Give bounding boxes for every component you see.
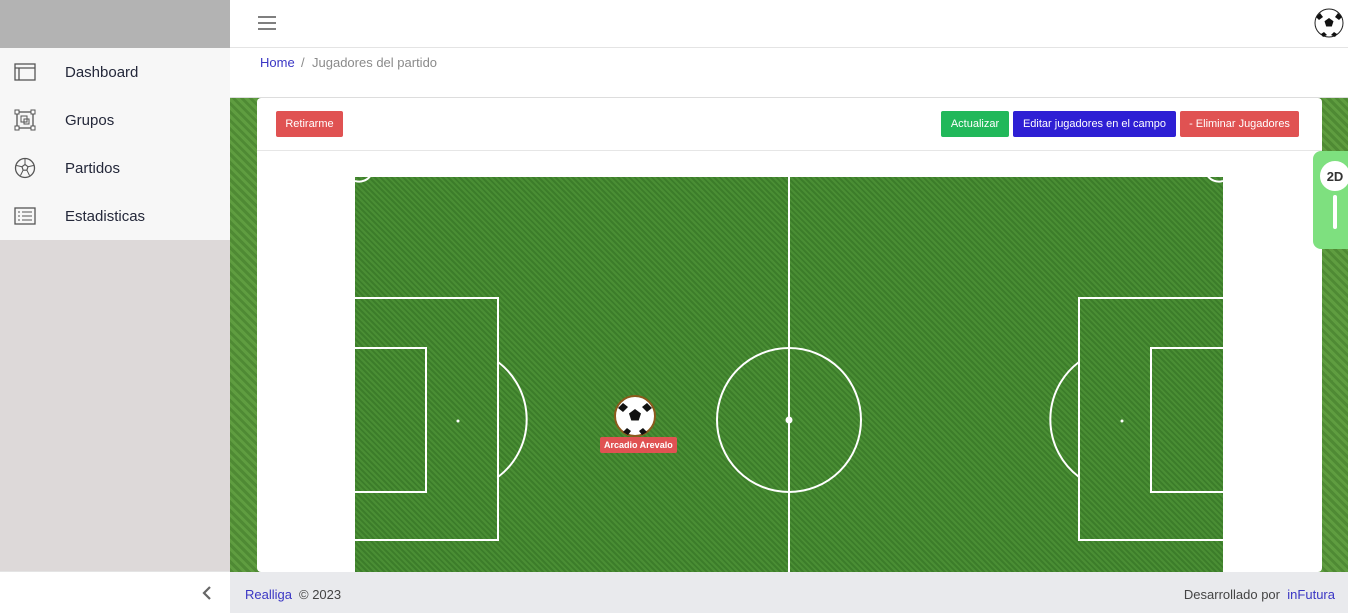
footer-brand-link[interactable]: Realliga: [245, 587, 292, 602]
ball-icon: [13, 156, 37, 180]
toggle-track: [1333, 195, 1337, 229]
pitch-lines: [355, 177, 1223, 572]
card-header: Retirarme Actualizar Editar jugadores en…: [257, 98, 1322, 151]
remove-players-button[interactable]: - Eliminar Jugadores: [1180, 111, 1299, 137]
sidebar-footer: [0, 571, 230, 613]
sidebar-brand-area: [0, 0, 230, 48]
breadcrumb: Home / Jugadores del partido: [230, 48, 1348, 98]
sidebar: Dashboard Grupos Partidos Estadisticas: [0, 0, 230, 613]
refresh-button[interactable]: Actualizar: [941, 111, 1009, 137]
sidebar-item-label: Estadisticas: [65, 207, 146, 225]
groups-icon: [13, 108, 37, 132]
sidebar-item-label: Partidos: [65, 159, 121, 177]
sidebar-item-label: Dashboard: [65, 63, 139, 81]
breadcrumb-current: Jugadores del partido: [312, 55, 438, 70]
sidebar-item-label: Grupos: [65, 111, 115, 129]
sidebar-item-grupos[interactable]: Grupos: [0, 96, 230, 144]
footer-copyright: © 2023: [299, 587, 342, 602]
main-content: Retirarme Actualizar Editar jugadores en…: [230, 98, 1348, 572]
edit-players-button[interactable]: Editar jugadores en el campo: [1013, 111, 1176, 137]
sidebar-item-estadisticas[interactable]: Estadisticas: [0, 192, 230, 240]
toggle-knob[interactable]: 2D: [1318, 159, 1348, 193]
soccer-pitch[interactable]: Arcadio Arevalo: [355, 177, 1223, 572]
sidebar-item-dashboard[interactable]: Dashboard: [0, 48, 230, 96]
footer: Realliga © 2023 Desarrollado por inFutur…: [230, 572, 1348, 613]
sidebar-menu: Dashboard Grupos Partidos Estadisticas: [0, 48, 230, 240]
pitch-card: Retirarme Actualizar Editar jugadores en…: [257, 98, 1348, 572]
topbar: [230, 0, 1348, 48]
leave-button[interactable]: Retirarme: [276, 111, 343, 137]
stats-icon: [13, 204, 37, 228]
footer-company-link[interactable]: inFutura: [1287, 587, 1335, 602]
breadcrumb-separator: /: [301, 55, 305, 70]
footer-developed-by: Desarrollado por: [1183, 587, 1280, 602]
sidebar-item-partidos[interactable]: Partidos: [0, 144, 230, 192]
player-name-badge: Arcadio Arevalo: [600, 437, 677, 453]
dashboard-icon: [13, 60, 37, 84]
user-avatar-ball-icon[interactable]: [1314, 8, 1344, 38]
chevron-left-icon[interactable]: [200, 584, 214, 602]
player-ball-icon[interactable]: [614, 395, 656, 437]
menu-icon[interactable]: [258, 15, 276, 31]
view-2d-toggle[interactable]: 2D: [1313, 151, 1348, 249]
breadcrumb-home-link[interactable]: Home: [260, 55, 295, 70]
